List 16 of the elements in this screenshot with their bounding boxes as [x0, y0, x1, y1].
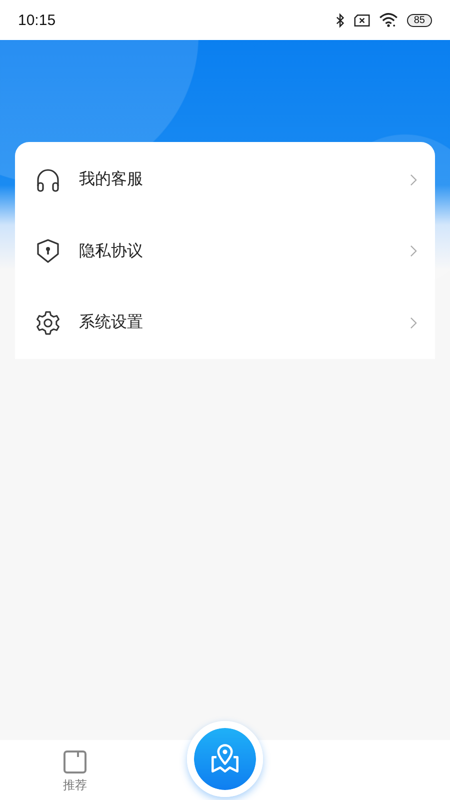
- sim-icon: [354, 14, 370, 26]
- wifi-icon: [378, 13, 398, 27]
- clock-time: 10:15: [18, 12, 56, 28]
- menu-item[interactable]: 我的客服: [15, 144, 435, 216]
- tab-icon: [63, 750, 87, 774]
- battery-indicator: 85: [406, 14, 432, 26]
- chevron-icon: [410, 316, 417, 329]
- shield-lock-icon: [35, 238, 61, 264]
- menu-item[interactable]: 隐私协议: [15, 216, 435, 287]
- chevron-icon: [410, 245, 417, 258]
- settings-icon: [35, 310, 61, 336]
- headset-icon: [35, 166, 61, 193]
- bluetooth-icon: [336, 12, 345, 28]
- tab-item[interactable]: 推荐: [0, 740, 150, 800]
- chevron-icon: [410, 174, 417, 186]
- menu-item[interactable]: 系统设置: [15, 287, 435, 358]
